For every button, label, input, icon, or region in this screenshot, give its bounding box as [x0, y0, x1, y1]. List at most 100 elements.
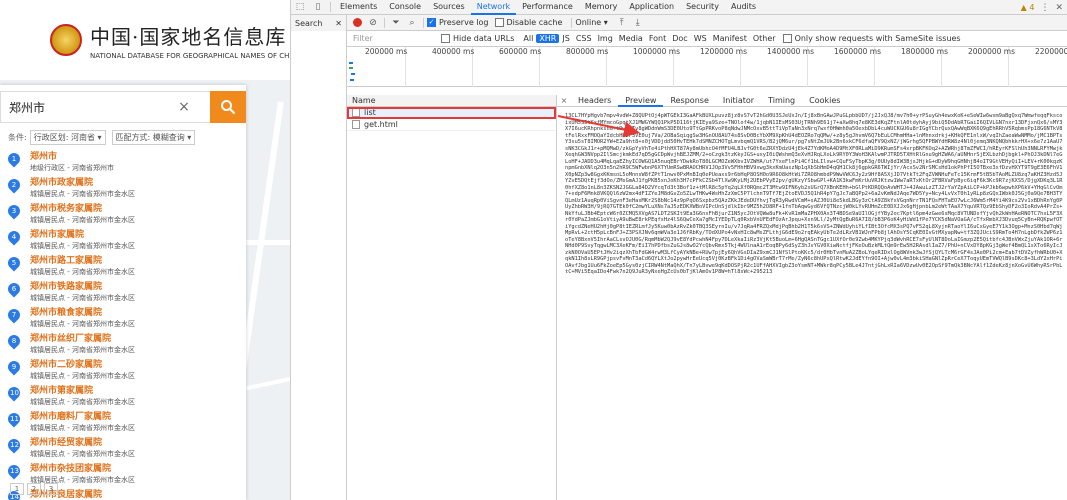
type-filter-img[interactable]: Img [595, 34, 616, 43]
network-overview-timeline[interactable]: 200000 ms 400000 ms 600000 ms 800000 ms 1000… [347, 47, 1067, 87]
preserve-log-label: Preserve log [439, 18, 489, 27]
result-index: 12 [10, 441, 19, 449]
type-filter-manifest[interactable]: Manifest [710, 34, 750, 43]
type-filter-ws[interactable]: WS [691, 34, 710, 43]
result-title[interactable]: 郑州市丝织厂家属院 [30, 333, 135, 345]
search-network-icon[interactable]: ⌕ [406, 17, 418, 29]
devtools-tab-network[interactable]: Network [470, 0, 517, 15]
devtools-tab-performance[interactable]: Performance [516, 0, 579, 15]
page-button[interactable]: 3 [44, 483, 58, 495]
result-title[interactable]: 郑州市磨料厂家属院 [30, 411, 135, 423]
map-pin-icon: 5 [5, 254, 23, 272]
detail-tab-timing[interactable]: Timing [761, 95, 802, 107]
record-button[interactable] [351, 17, 363, 29]
result-title[interactable]: 郑州市粮食家属院 [30, 307, 135, 319]
preserve-log-checkbox[interactable]: ✓ Preserve log [427, 18, 489, 27]
result-title[interactable]: 郑州市二砂家属院 [30, 359, 135, 371]
devtools-tab-audits[interactable]: Audits [725, 0, 762, 15]
close-search-icon[interactable]: ✕ [335, 19, 342, 28]
result-title[interactable]: 郑州市第家属院 [30, 385, 135, 397]
result-item[interactable]: 9 郑州市二砂家属院 城镇居民点 - 河南省郑州市金水区 [0, 358, 246, 384]
device-toolbar-icon[interactable]: ▯ [312, 1, 324, 13]
result-subtitle: 城镇居民点 - 河南省郑州市金水区 [30, 242, 135, 250]
close-devtools-icon[interactable]: ✕ [1055, 3, 1063, 13]
map-pin-icon: 9 [5, 358, 23, 376]
detail-tab-preview[interactable]: Preview [618, 95, 664, 107]
result-title[interactable]: 郑州市税务家属院 [30, 203, 135, 215]
type-filter-css[interactable]: CSS [573, 34, 595, 43]
result-subtitle: 城镇居民点 - 河南省郑州市金水区 [30, 216, 135, 224]
filter-funnel-icon[interactable]: ⏷ [390, 17, 402, 29]
result-item[interactable]: 2 郑州市政家属院 城镇居民点 - 河南省郑州市金水区 [0, 176, 246, 202]
filter-input[interactable]: Filter [353, 34, 433, 43]
devtools-tab-security[interactable]: Security [680, 0, 725, 15]
devtools-tab-application[interactable]: Application [623, 0, 680, 15]
type-filter-xhr[interactable]: XHR [536, 34, 560, 43]
hide-data-urls-checkbox[interactable]: Hide data URLs [441, 34, 514, 43]
result-item[interactable]: 12 郑州市经贸家属院 城镇居民点 - 河南省郑州市金水区 [0, 436, 246, 462]
result-title[interactable]: 郑州市铁路家属院 [30, 281, 135, 293]
close-detail-icon[interactable]: × [557, 96, 571, 105]
result-title[interactable]: 郑州市路工家属院 [30, 255, 135, 267]
result-title[interactable]: 郑州市杂技团家属院 [30, 463, 135, 475]
search-panel: × 条件: 行政区划: 河南省 ▾ 匹配方式: 模糊查询 ▾ 1 郑州市 地级行… [0, 85, 246, 500]
result-item[interactable]: 7 郑州市粮食家属院 城镇居民点 - 河南省郑州市金水区 [0, 306, 246, 332]
samesite-checkbox[interactable]: Only show requests with SameSite issues [782, 34, 961, 43]
result-title[interactable]: 郑州市政家属院 [30, 177, 135, 189]
map-pin-icon: 2 [5, 176, 23, 194]
detail-tab-response[interactable]: Response [663, 95, 715, 107]
disable-cache-checkbox[interactable]: Disable cache [494, 18, 563, 27]
result-item[interactable]: 10 郑州市第家属院 城镇居民点 - 河南省郑州市金水区 [0, 384, 246, 410]
devtools-tab-console[interactable]: Console [383, 0, 427, 15]
more-options-icon[interactable]: ⋮ [1040, 3, 1049, 13]
devtools-tab-elements[interactable]: Elements [334, 0, 383, 15]
type-filter-media[interactable]: Media [616, 34, 646, 43]
type-filter-all[interactable]: All [520, 34, 536, 43]
result-item[interactable]: 5 郑州市路工家属院 城镇居民点 - 河南省郑州市金水区 [0, 254, 246, 280]
result-item[interactable]: 4 郑州市家属院 城镇居民点 - 河南省郑州市金水区 [0, 228, 246, 254]
export-har-icon[interactable]: ⤓ [632, 17, 644, 29]
name-column-header[interactable]: Name [347, 95, 556, 107]
devtools-tab-sources[interactable]: Sources [427, 0, 471, 15]
clear-log-icon[interactable]: ⊘ [367, 17, 379, 29]
import-har-icon[interactable]: ⤒ [616, 17, 628, 29]
result-subtitle: 城镇居民点 - 河南省郑州市金水区 [30, 190, 135, 198]
request-row[interactable]: get.html [347, 119, 556, 131]
site-logo[interactable]: 中国·国家地名信息库 NATIONAL DATABASE FOR GEOGRAP… [90, 21, 290, 60]
result-item[interactable]: 3 郑州市税务家属院 城镇居民点 - 河南省郑州市金水区 [0, 202, 246, 228]
request-row[interactable]: list [347, 107, 556, 119]
clear-search-icon[interactable]: × [176, 99, 192, 115]
place-search-input[interactable] [1, 100, 176, 114]
region-filter-select[interactable]: 行政区划: 河南省 ▾ [29, 129, 106, 145]
search-drawer-tab[interactable]: Search ✕ [291, 15, 347, 31]
detail-tab-initiator[interactable]: Initiator [716, 95, 761, 107]
result-index: 1 [11, 155, 17, 163]
timeline-tick-label: 1600000 ms [834, 47, 881, 56]
inspect-element-icon[interactable]: ⬚ [294, 1, 306, 13]
devtools-tab-memory[interactable]: Memory [579, 0, 624, 15]
search-button[interactable] [210, 91, 246, 123]
result-item[interactable]: 8 郑州市丝织厂家属院 城镇居民点 - 河南省郑州市金水区 [0, 332, 246, 358]
timeline-request-bar [351, 73, 355, 75]
warning-badge[interactable]: ▲ 4 [1021, 3, 1035, 12]
result-title[interactable]: 郑州市家属院 [30, 229, 135, 241]
page-button[interactable]: 2 [27, 483, 41, 495]
region-filter-value: 河南省 [70, 132, 95, 142]
detail-tab-headers[interactable]: Headers [571, 95, 618, 107]
type-filter-font[interactable]: Font [646, 34, 669, 43]
result-title[interactable]: 郑州市 [30, 151, 114, 163]
detail-tab-cookies[interactable]: Cookies [802, 95, 847, 107]
type-filter-other[interactable]: Other [750, 34, 779, 43]
type-filter-js[interactable]: JS [559, 34, 572, 43]
result-title[interactable]: 郑州市经贸家属院 [30, 437, 135, 449]
type-filter-doc[interactable]: Doc [669, 34, 690, 43]
match-mode-select[interactable]: 匹配方式: 模糊查询 ▾ [111, 129, 196, 145]
page-button[interactable]: 1 [10, 483, 24, 495]
throttling-select[interactable]: Online ▾ [575, 18, 607, 27]
result-item[interactable]: 6 郑州市铁路家属院 城镇居民点 - 河南省郑州市金水区 [0, 280, 246, 306]
result-item[interactable]: 11 郑州市磨料厂家属院 城镇居民点 - 河南省郑州市金水区 [0, 410, 246, 436]
disable-cache-label: Disable cache [506, 18, 563, 27]
result-item[interactable]: 1 郑州市 地级行政区 - 河南省郑州市 [0, 150, 246, 176]
site-header: 中国·国家地名信息库 NATIONAL DATABASE FOR GEOGRAP… [0, 0, 290, 80]
checkbox-unchecked-icon [494, 18, 504, 27]
